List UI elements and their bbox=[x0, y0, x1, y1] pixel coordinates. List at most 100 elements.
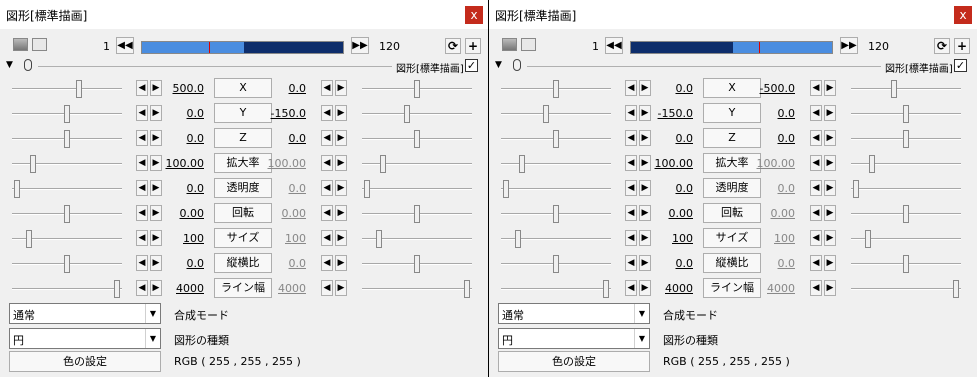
lock-icon[interactable]: ⟳ bbox=[445, 38, 461, 54]
end-slider-track[interactable] bbox=[362, 163, 472, 165]
end-decrement-button[interactable]: ◀ bbox=[321, 105, 333, 121]
end-increment-button[interactable]: ▶ bbox=[824, 205, 836, 221]
start-value[interactable]: 4000 bbox=[162, 282, 204, 295]
end-increment-button[interactable]: ▶ bbox=[335, 105, 347, 121]
end-slider-thumb[interactable] bbox=[414, 130, 420, 148]
end-decrement-button[interactable]: ◀ bbox=[321, 180, 333, 196]
start-increment-button[interactable]: ▶ bbox=[639, 105, 651, 121]
start-slider-thumb[interactable] bbox=[64, 255, 70, 273]
end-decrement-button[interactable]: ◀ bbox=[321, 80, 333, 96]
next-frame-button[interactable]: ▶▶ bbox=[840, 37, 858, 54]
start-increment-button[interactable]: ▶ bbox=[150, 255, 162, 271]
end-slider-thumb[interactable] bbox=[375, 230, 382, 248]
start-increment-button[interactable]: ▶ bbox=[150, 205, 162, 221]
lock-icon[interactable]: ⟳ bbox=[934, 38, 950, 54]
end-decrement-button[interactable]: ◀ bbox=[321, 205, 333, 221]
end-value[interactable]: 0.0 bbox=[264, 182, 307, 195]
next-frame-button[interactable]: ▶▶ bbox=[351, 37, 369, 54]
frame-timeline[interactable] bbox=[630, 41, 833, 54]
start-decrement-button[interactable]: ◀ bbox=[625, 205, 637, 221]
end-slider-thumb[interactable] bbox=[463, 280, 470, 298]
end-decrement-button[interactable]: ◀ bbox=[810, 180, 822, 196]
start-increment-button[interactable]: ▶ bbox=[639, 80, 651, 96]
end-decrement-button[interactable]: ◀ bbox=[321, 130, 333, 146]
start-slider-thumb[interactable] bbox=[64, 105, 70, 123]
blend-mode-select[interactable]: 通常 ▼ bbox=[9, 303, 161, 324]
camera-control-icon[interactable] bbox=[13, 38, 28, 51]
end-slider-track[interactable] bbox=[362, 188, 472, 190]
end-increment-button[interactable]: ▶ bbox=[335, 80, 347, 96]
end-slider-track[interactable] bbox=[851, 163, 961, 165]
start-increment-button[interactable]: ▶ bbox=[150, 180, 162, 196]
start-slider-thumb[interactable] bbox=[29, 155, 36, 173]
end-value[interactable]: 0.0 bbox=[753, 182, 796, 195]
start-decrement-button[interactable]: ◀ bbox=[625, 105, 637, 121]
end-increment-button[interactable]: ▶ bbox=[824, 280, 836, 296]
end-value[interactable]: 0.0 bbox=[753, 132, 796, 145]
collapse-arrow-icon[interactable]: ▼ bbox=[6, 60, 13, 70]
color-settings-button[interactable]: 色の設定 bbox=[498, 351, 650, 372]
end-increment-button[interactable]: ▶ bbox=[824, 80, 836, 96]
end-increment-button[interactable]: ▶ bbox=[335, 155, 347, 171]
start-decrement-button[interactable]: ◀ bbox=[625, 130, 637, 146]
end-increment-button[interactable]: ▶ bbox=[335, 230, 347, 246]
start-decrement-button[interactable]: ◀ bbox=[625, 255, 637, 271]
start-increment-button[interactable]: ▶ bbox=[150, 130, 162, 146]
start-slider-thumb[interactable] bbox=[542, 105, 549, 123]
end-increment-button[interactable]: ▶ bbox=[335, 180, 347, 196]
start-slider-track[interactable] bbox=[501, 288, 611, 290]
start-value[interactable]: 100.00 bbox=[651, 157, 694, 170]
start-decrement-button[interactable]: ◀ bbox=[625, 155, 637, 171]
start-value[interactable]: 500.0 bbox=[162, 82, 205, 95]
end-slider-thumb[interactable] bbox=[868, 155, 875, 173]
prev-frame-button[interactable]: ◀◀ bbox=[605, 37, 623, 54]
add-filter-icon[interactable]: + bbox=[465, 38, 481, 54]
end-slider-thumb[interactable] bbox=[903, 255, 909, 273]
start-decrement-button[interactable]: ◀ bbox=[625, 80, 637, 96]
start-increment-button[interactable]: ▶ bbox=[639, 255, 651, 271]
end-increment-button[interactable]: ▶ bbox=[824, 105, 836, 121]
start-value[interactable]: 0.0 bbox=[651, 257, 694, 270]
end-slider-thumb[interactable] bbox=[903, 105, 909, 123]
close-button[interactable]: x bbox=[465, 6, 483, 24]
start-value[interactable]: 0.0 bbox=[162, 132, 205, 145]
start-increment-button[interactable]: ▶ bbox=[639, 205, 651, 221]
frame-timeline[interactable] bbox=[141, 41, 344, 54]
end-slider-thumb[interactable] bbox=[364, 180, 371, 198]
end-decrement-button[interactable]: ◀ bbox=[321, 255, 333, 271]
end-slider-thumb[interactable] bbox=[414, 255, 420, 273]
end-increment-button[interactable]: ▶ bbox=[335, 280, 347, 296]
camera-control-icon[interactable] bbox=[502, 38, 517, 51]
end-value[interactable]: -500.0 bbox=[753, 82, 795, 95]
start-increment-button[interactable]: ▶ bbox=[150, 280, 162, 296]
end-decrement-button[interactable]: ◀ bbox=[810, 155, 822, 171]
end-increment-button[interactable]: ▶ bbox=[824, 255, 836, 271]
start-value[interactable]: 4000 bbox=[651, 282, 693, 295]
end-value[interactable]: 0.0 bbox=[753, 107, 796, 120]
end-increment-button[interactable]: ▶ bbox=[824, 180, 836, 196]
start-slider-thumb[interactable] bbox=[518, 155, 525, 173]
start-value[interactable]: 100 bbox=[651, 232, 693, 245]
start-value[interactable]: 0.0 bbox=[651, 82, 694, 95]
start-slider-track[interactable] bbox=[12, 163, 122, 165]
end-slider-thumb[interactable] bbox=[379, 155, 386, 173]
end-increment-button[interactable]: ▶ bbox=[335, 255, 347, 271]
end-decrement-button[interactable]: ◀ bbox=[810, 205, 822, 221]
end-value[interactable]: 0.0 bbox=[753, 257, 796, 270]
color-settings-button[interactable]: 色の設定 bbox=[9, 351, 161, 372]
blend-mode-select[interactable]: 通常 ▼ bbox=[498, 303, 650, 324]
object-enable-checkbox[interactable]: ✓ bbox=[465, 59, 478, 72]
end-value[interactable]: 0.0 bbox=[264, 132, 307, 145]
start-slider-track[interactable] bbox=[501, 113, 611, 115]
setting-icon[interactable] bbox=[32, 38, 47, 51]
start-slider-thumb[interactable] bbox=[25, 230, 32, 248]
end-slider-thumb[interactable] bbox=[414, 80, 420, 98]
start-slider-track[interactable] bbox=[12, 88, 122, 90]
start-value[interactable]: 0.0 bbox=[162, 257, 205, 270]
start-value[interactable]: 0.0 bbox=[651, 182, 694, 195]
end-slider-track[interactable] bbox=[362, 288, 472, 290]
start-slider-thumb[interactable] bbox=[514, 230, 521, 248]
start-increment-button[interactable]: ▶ bbox=[639, 155, 651, 171]
setting-icon[interactable] bbox=[521, 38, 536, 51]
collapse-arrow-icon[interactable]: ▼ bbox=[495, 60, 502, 70]
